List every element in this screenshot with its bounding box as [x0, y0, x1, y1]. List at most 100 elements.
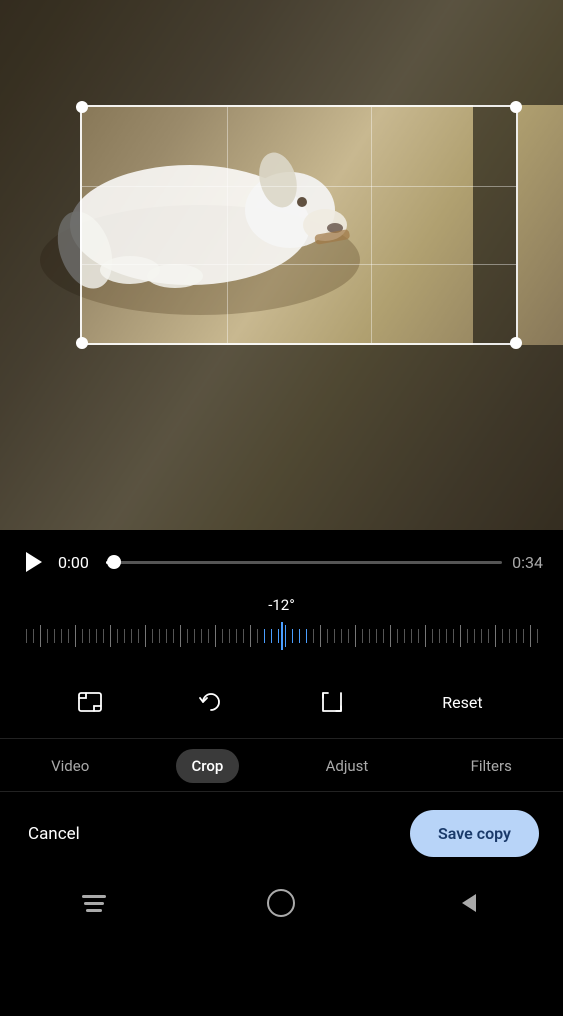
- tick-mark: [257, 629, 258, 643]
- recents-button[interactable]: [76, 885, 112, 921]
- tick-mark: [404, 629, 405, 643]
- crop-handle-top-right[interactable]: [510, 101, 522, 113]
- tick-mark: [348, 629, 349, 643]
- tick-mark: [453, 629, 454, 643]
- rotation-slider[interactable]: [20, 622, 543, 650]
- tick-mark: [117, 629, 118, 643]
- tick-mark: [173, 629, 174, 643]
- reset-button[interactable]: Reset: [430, 685, 494, 720]
- aspect-ratio-icon: [76, 688, 104, 716]
- tick-mark: [516, 629, 517, 643]
- tab-video[interactable]: Video: [35, 749, 105, 783]
- tick-mark: [236, 629, 237, 643]
- tick-mark: [201, 629, 202, 643]
- tick-mark: [411, 629, 412, 643]
- crop-handle-top-left[interactable]: [76, 101, 88, 113]
- recents-bar-2: [84, 902, 104, 905]
- tick-mark: [467, 629, 468, 643]
- tick-mark: [124, 629, 125, 643]
- tick-mark: [278, 629, 279, 643]
- tick-mark: [152, 629, 153, 643]
- end-time: 0:34: [512, 553, 543, 572]
- tick-mark: [250, 625, 251, 647]
- play-icon: [26, 552, 42, 572]
- cancel-button[interactable]: Cancel: [24, 816, 84, 852]
- tick-mark: [33, 629, 34, 643]
- tab-crop[interactable]: Crop: [176, 749, 240, 783]
- tick-mark: [103, 629, 104, 643]
- crop-box[interactable]: [80, 105, 518, 345]
- tick-mark: [537, 629, 538, 643]
- tick-mark: [334, 629, 335, 643]
- tick-center-indicator: [281, 622, 283, 650]
- tick-mark: [355, 625, 356, 647]
- flip-button[interactable]: [310, 680, 354, 724]
- crop-handle-bottom-left[interactable]: [76, 337, 88, 349]
- tick-mark: [229, 629, 230, 643]
- tick-mark: [180, 625, 181, 647]
- tick-mark: [222, 629, 223, 643]
- tick-mark: [68, 629, 69, 643]
- playback-row: 0:00 0:34: [20, 548, 543, 576]
- tick-mark: [369, 629, 370, 643]
- tick-mark: [208, 629, 209, 643]
- tools-row: Reset: [0, 670, 563, 739]
- timeline-area: 0:00 0:34 -12°: [0, 530, 563, 670]
- save-copy-button[interactable]: Save copy: [410, 810, 539, 857]
- home-button[interactable]: [263, 885, 299, 921]
- tick-mark: [47, 629, 48, 643]
- grid-line-vertical-2: [371, 107, 372, 343]
- tick-mark: [397, 629, 398, 643]
- tick-mark: [215, 625, 216, 647]
- crop-overlay-left: [0, 105, 80, 345]
- tabs-row: Video Crop Adjust Filters: [0, 739, 563, 792]
- aspect-ratio-button[interactable]: [68, 680, 112, 724]
- tick-mark: [299, 629, 300, 643]
- tick-mark: [383, 629, 384, 643]
- tick-mark: [495, 625, 496, 647]
- tick-mark: [89, 629, 90, 643]
- crop-handle-bottom-right[interactable]: [510, 337, 522, 349]
- rotation-value: -12°: [20, 596, 543, 614]
- tick-mark: [481, 629, 482, 643]
- current-time: 0:00: [58, 553, 96, 572]
- rotate-button[interactable]: [189, 680, 233, 724]
- navigation-bar: [0, 871, 563, 929]
- tick-mark: [131, 629, 132, 643]
- tick-mark: [509, 629, 510, 643]
- seek-thumb[interactable]: [107, 555, 121, 569]
- tick-mark: [285, 625, 286, 647]
- tick-mark: [292, 629, 293, 643]
- tick-mark: [488, 629, 489, 643]
- tick-mark: [40, 625, 41, 647]
- home-icon: [267, 889, 295, 917]
- flip-icon: [318, 688, 346, 716]
- back-icon: [462, 894, 476, 912]
- tick-mark: [523, 629, 524, 643]
- tick-mark: [376, 629, 377, 643]
- back-button[interactable]: [451, 885, 487, 921]
- tick-mark: [271, 629, 272, 643]
- grid-line-horizontal-2: [82, 264, 516, 265]
- tick-mark: [425, 625, 426, 647]
- tick-mark: [418, 629, 419, 643]
- play-button[interactable]: [20, 548, 48, 576]
- seek-bar[interactable]: [106, 561, 502, 564]
- tab-filters[interactable]: Filters: [455, 749, 528, 783]
- tick-mark: [446, 629, 447, 643]
- tick-mark: [75, 625, 76, 647]
- grid-line-vertical-1: [227, 107, 228, 343]
- tick-mark: [530, 625, 531, 647]
- tick-mark: [54, 629, 55, 643]
- tick-mark: [362, 629, 363, 643]
- crop-overlay-top: [0, 0, 563, 105]
- tab-adjust[interactable]: Adjust: [310, 749, 385, 783]
- tick-mark: [138, 629, 139, 643]
- tick-mark: [82, 629, 83, 643]
- tick-mark: [313, 629, 314, 643]
- tick-mark: [306, 629, 307, 643]
- tick-mark: [474, 629, 475, 643]
- tick-mark: [166, 629, 167, 643]
- tick-mark: [390, 625, 391, 647]
- recents-bar-3: [86, 909, 102, 912]
